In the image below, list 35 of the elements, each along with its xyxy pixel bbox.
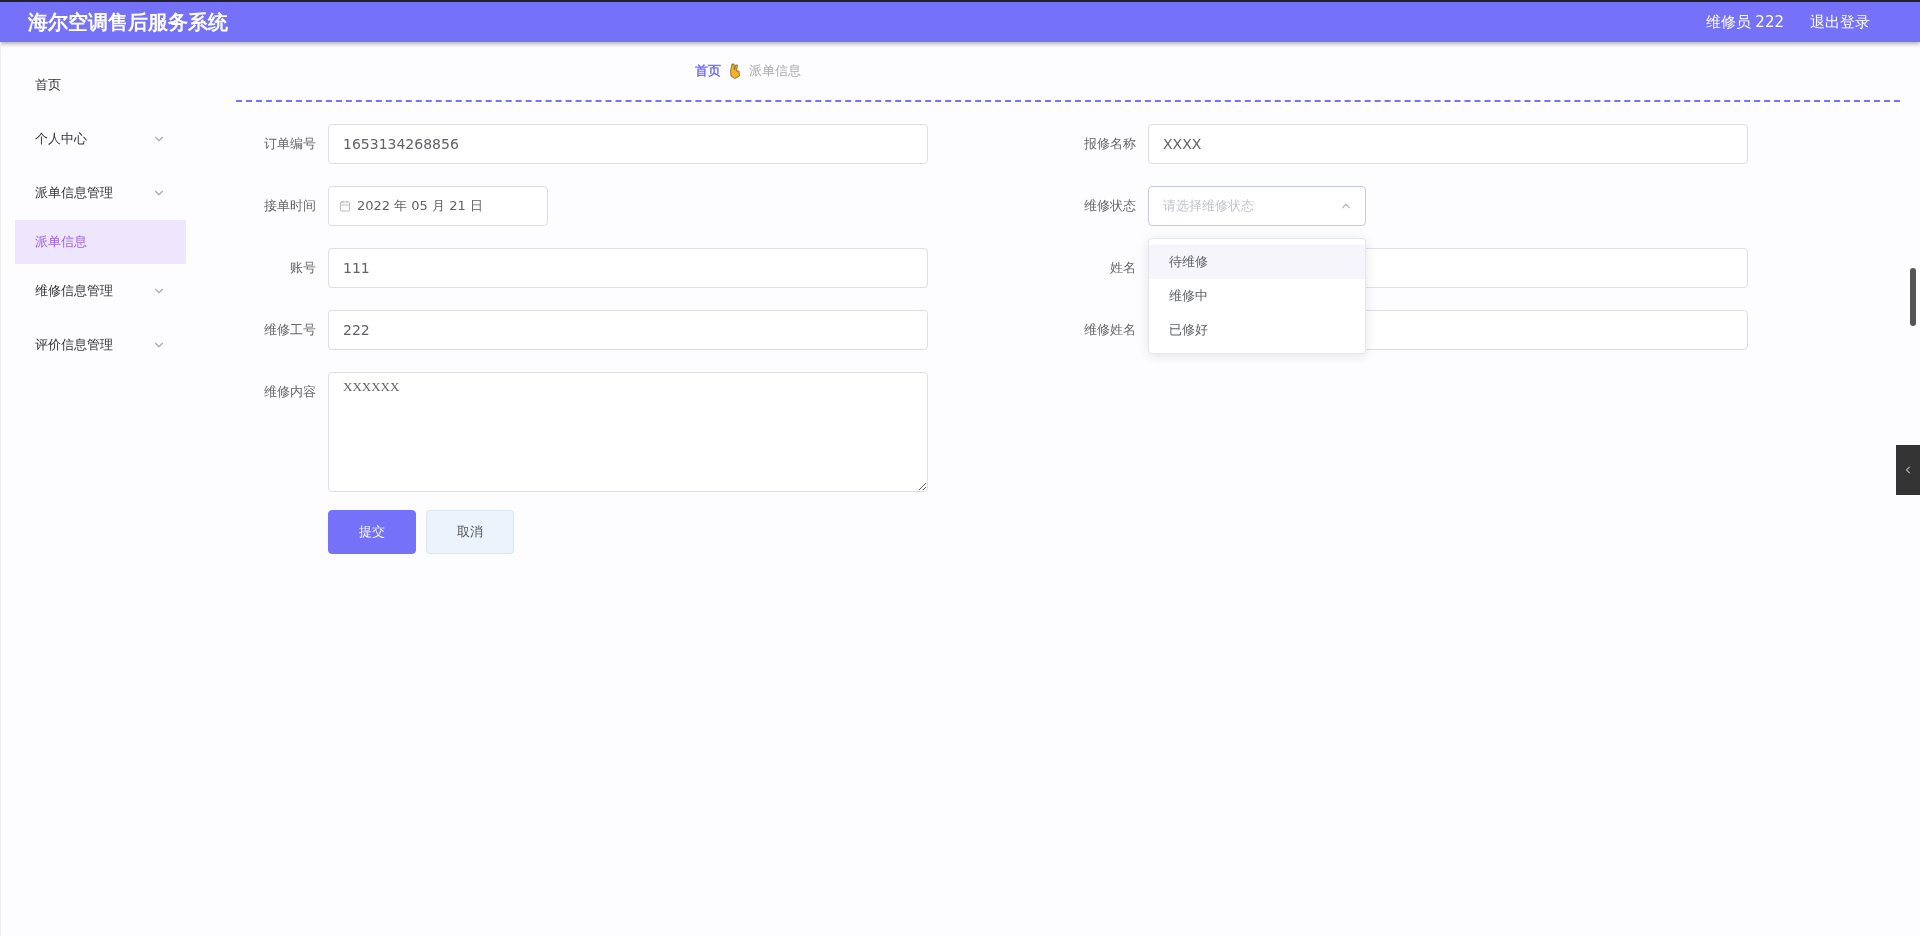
text-area[interactable]: XXXXXX (328, 372, 928, 492)
field-label: 姓名 (1109, 259, 1136, 277)
date-field[interactable]: 2022 年 05 月 21 日 (328, 186, 548, 226)
dropdown-option[interactable]: 已修好 (1149, 313, 1365, 347)
app-title: 海尔空调售后服务系统 (28, 8, 228, 36)
user-name: 维修员 222 (1705, 12, 1784, 32)
text-field[interactable]: 222 (328, 310, 928, 350)
sidebar-item[interactable]: 派单信息 (15, 220, 186, 264)
sidebar-item[interactable]: 评价信息管理 (1, 318, 186, 372)
logout-link[interactable]: 退出登录 (1810, 12, 1870, 32)
dropdown-option[interactable]: 维修中 (1149, 279, 1365, 313)
text-field[interactable]: 1653134268856 (328, 124, 928, 164)
field-label: 接单时间 (263, 197, 316, 215)
sidebar-item[interactable]: 首页 (1, 58, 186, 112)
field-label: 维修工号 (263, 321, 316, 339)
calendar-icon (339, 200, 351, 212)
side-toggle[interactable] (1896, 445, 1920, 495)
sidebar-item[interactable]: 派单信息管理 (1, 166, 186, 220)
field-label: 订单编号 (263, 135, 316, 153)
breadcrumb-item: 派单信息 (749, 62, 801, 80)
breadcrumb-item[interactable]: 首页 (695, 62, 721, 80)
field-label: 报修名称 (1083, 135, 1136, 153)
scrollbar-thumb[interactable] (1910, 268, 1916, 326)
field-label: 维修内容 (263, 383, 316, 401)
field-label: 维修状态 (1083, 197, 1136, 215)
dropdown-option[interactable]: 待维修 (1149, 245, 1365, 279)
field-label: 账号 (289, 259, 316, 277)
field-label: 维修姓名 (1083, 321, 1136, 339)
text-field[interactable]: 111 (328, 248, 928, 288)
text-field[interactable]: XXXX (1148, 124, 1748, 164)
sidebar-item[interactable]: 维修信息管理 (1, 264, 186, 318)
hand-icon (729, 63, 741, 79)
sidebar-item[interactable]: 个人中心 (1, 112, 186, 166)
cancel-button[interactable]: 取消 (426, 510, 514, 554)
submit-button[interactable]: 提交 (328, 510, 416, 554)
